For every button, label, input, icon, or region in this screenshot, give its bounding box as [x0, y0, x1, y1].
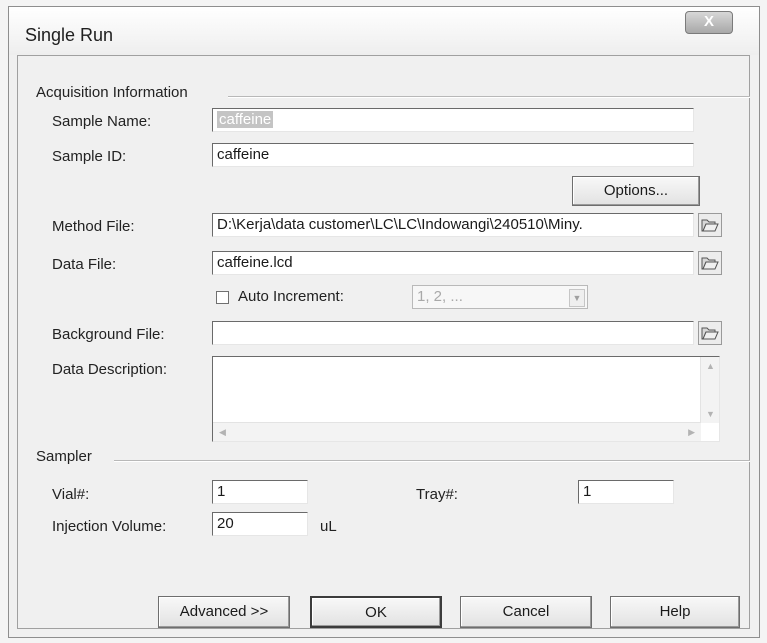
- window-title: Single Run: [25, 25, 114, 45]
- injection-volume-label: Injection Volume:: [52, 518, 167, 535]
- single-run-dialog: Single Run X Acquisition Information Sam…: [8, 6, 760, 638]
- folder-open-icon: [701, 327, 719, 340]
- acquisition-group-label: Acquisition Information: [36, 84, 192, 101]
- cancel-button[interactable]: Cancel: [460, 596, 592, 628]
- vial-input[interactable]: 1: [212, 480, 308, 504]
- close-button[interactable]: X: [685, 11, 733, 34]
- scroll-right-icon[interactable]: ▶: [688, 427, 695, 438]
- data-file-browse-button[interactable]: [698, 251, 722, 275]
- ok-button[interactable]: OK: [310, 596, 442, 628]
- sample-id-label: Sample ID:: [52, 148, 127, 165]
- sampler-group-label: Sampler: [36, 448, 96, 465]
- auto-increment-selected-value: 1, 2, ...: [417, 288, 463, 305]
- auto-increment-checkbox[interactable]: [216, 291, 229, 304]
- title-bar[interactable]: Single Run X: [9, 7, 759, 55]
- sample-id-input[interactable]: caffeine: [212, 143, 694, 167]
- scroll-left-icon[interactable]: ◀: [219, 427, 226, 438]
- options-button[interactable]: Options...: [572, 176, 700, 206]
- dialog-body: Acquisition Information Sample Name: caf…: [17, 55, 750, 629]
- method-file-browse-button[interactable]: [698, 213, 722, 237]
- injection-volume-unit: uL: [320, 518, 337, 535]
- scroll-up-icon[interactable]: ▲: [706, 361, 715, 371]
- sample-name-input[interactable]: caffeine: [212, 108, 694, 132]
- sampler-group-divider: [114, 460, 750, 462]
- folder-open-icon: [701, 219, 719, 232]
- method-file-label: Method File:: [52, 218, 135, 235]
- sample-name-label: Sample Name:: [52, 113, 152, 130]
- data-file-input[interactable]: caffeine.lcd: [212, 251, 694, 275]
- tray-input[interactable]: 1: [578, 480, 674, 504]
- data-file-label: Data File:: [52, 256, 117, 273]
- data-description-label: Data Description:: [52, 361, 168, 378]
- tray-label: Tray#:: [416, 486, 458, 503]
- chevron-down-icon[interactable]: ▼: [569, 289, 585, 307]
- background-file-browse-button[interactable]: [698, 321, 722, 345]
- auto-increment-select[interactable]: 1, 2, ... ▼: [412, 285, 588, 309]
- acquisition-group-divider: [228, 96, 750, 98]
- data-description-vertical-scrollbar[interactable]: ▲ ▼: [700, 357, 719, 423]
- vial-label: Vial#:: [52, 486, 90, 503]
- advanced-button[interactable]: Advanced >>: [158, 596, 290, 628]
- background-file-input[interactable]: [212, 321, 694, 345]
- folder-open-icon: [701, 257, 719, 270]
- injection-volume-input[interactable]: 20: [212, 512, 308, 536]
- data-description-horizontal-scrollbar[interactable]: ◀ ▶: [213, 422, 701, 441]
- data-description-textarea[interactable]: ▲ ▼ ◀ ▶: [212, 356, 720, 442]
- close-icon: X: [703, 13, 714, 30]
- auto-increment-label: Auto Increment:: [238, 288, 344, 305]
- help-button[interactable]: Help: [610, 596, 740, 628]
- method-file-input[interactable]: D:\Kerja\data customer\LC\LC\Indowangi\2…: [212, 213, 694, 237]
- scroll-down-icon[interactable]: ▼: [706, 409, 715, 419]
- background-file-label: Background File:: [52, 326, 165, 343]
